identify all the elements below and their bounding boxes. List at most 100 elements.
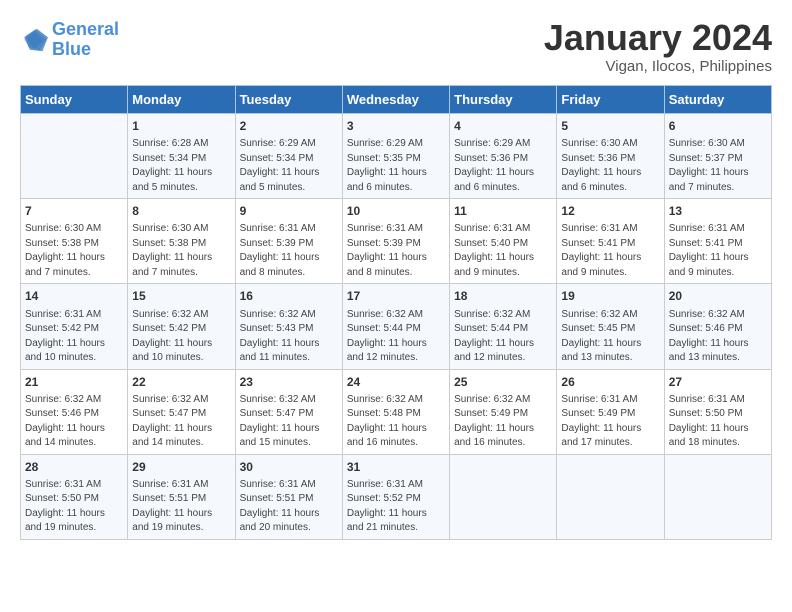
calendar-cell: 28Sunrise: 6:31 AMSunset: 5:50 PMDayligh…	[21, 454, 128, 539]
day-number: 31	[347, 459, 445, 475]
page-header: General Blue January 2024 Vigan, Ilocos,…	[20, 20, 772, 75]
sunrise-text: Sunrise: 6:32 AM	[561, 309, 637, 320]
logo-text: General Blue	[52, 20, 119, 60]
daylight-text: Daylight: 11 hours and 7 minutes.	[132, 252, 212, 278]
sunrise-text: Sunrise: 6:30 AM	[132, 223, 208, 234]
sunrise-text: Sunrise: 6:30 AM	[669, 138, 745, 149]
col-sunday: Sunday	[21, 86, 128, 114]
day-number: 21	[25, 374, 123, 390]
daylight-text: Daylight: 11 hours and 19 minutes.	[132, 508, 212, 534]
calendar-cell: 25Sunrise: 6:32 AMSunset: 5:49 PMDayligh…	[450, 369, 557, 454]
sunset-text: Sunset: 5:46 PM	[25, 408, 99, 419]
col-monday: Monday	[128, 86, 235, 114]
calendar-cell: 11Sunrise: 6:31 AMSunset: 5:40 PMDayligh…	[450, 199, 557, 284]
day-number: 10	[347, 203, 445, 219]
sunrise-text: Sunrise: 6:31 AM	[240, 479, 316, 490]
calendar-cell: 7Sunrise: 6:30 AMSunset: 5:38 PMDaylight…	[21, 199, 128, 284]
sunset-text: Sunset: 5:44 PM	[454, 323, 528, 334]
daylight-text: Daylight: 11 hours and 10 minutes.	[25, 338, 105, 364]
calendar-cell: 3Sunrise: 6:29 AMSunset: 5:35 PMDaylight…	[342, 114, 449, 199]
sunrise-text: Sunrise: 6:30 AM	[561, 138, 637, 149]
sunset-text: Sunset: 5:39 PM	[240, 238, 314, 249]
calendar-cell: 20Sunrise: 6:32 AMSunset: 5:46 PMDayligh…	[664, 284, 771, 369]
sunrise-text: Sunrise: 6:32 AM	[25, 394, 101, 405]
sunrise-text: Sunrise: 6:32 AM	[347, 394, 423, 405]
sunrise-text: Sunrise: 6:31 AM	[132, 479, 208, 490]
sunset-text: Sunset: 5:45 PM	[561, 323, 635, 334]
calendar-cell: 22Sunrise: 6:32 AMSunset: 5:47 PMDayligh…	[128, 369, 235, 454]
daylight-text: Daylight: 11 hours and 9 minutes.	[561, 252, 641, 278]
sunrise-text: Sunrise: 6:32 AM	[454, 309, 530, 320]
calendar-table: Sunday Monday Tuesday Wednesday Thursday…	[20, 85, 772, 540]
sunset-text: Sunset: 5:40 PM	[454, 238, 528, 249]
sunset-text: Sunset: 5:44 PM	[347, 323, 421, 334]
sunset-text: Sunset: 5:49 PM	[561, 408, 635, 419]
calendar-cell: 30Sunrise: 6:31 AMSunset: 5:51 PMDayligh…	[235, 454, 342, 539]
calendar-week-4: 28Sunrise: 6:31 AMSunset: 5:50 PMDayligh…	[21, 454, 772, 539]
calendar-cell: 8Sunrise: 6:30 AMSunset: 5:38 PMDaylight…	[128, 199, 235, 284]
daylight-text: Daylight: 11 hours and 14 minutes.	[132, 423, 212, 449]
daylight-text: Daylight: 11 hours and 13 minutes.	[561, 338, 641, 364]
sunrise-text: Sunrise: 6:31 AM	[561, 223, 637, 234]
calendar-cell: 4Sunrise: 6:29 AMSunset: 5:36 PMDaylight…	[450, 114, 557, 199]
daylight-text: Daylight: 11 hours and 8 minutes.	[240, 252, 320, 278]
calendar-cell: 19Sunrise: 6:32 AMSunset: 5:45 PMDayligh…	[557, 284, 664, 369]
sunrise-text: Sunrise: 6:31 AM	[240, 223, 316, 234]
daylight-text: Daylight: 11 hours and 10 minutes.	[132, 338, 212, 364]
calendar-cell: 31Sunrise: 6:31 AMSunset: 5:52 PMDayligh…	[342, 454, 449, 539]
sunset-text: Sunset: 5:34 PM	[132, 153, 206, 164]
col-friday: Friday	[557, 86, 664, 114]
title-block: January 2024 Vigan, Ilocos, Philippines	[544, 20, 772, 75]
calendar-header-row: Sunday Monday Tuesday Wednesday Thursday…	[21, 86, 772, 114]
calendar-cell	[450, 454, 557, 539]
daylight-text: Daylight: 11 hours and 7 minutes.	[25, 252, 105, 278]
daylight-text: Daylight: 11 hours and 5 minutes.	[132, 167, 212, 193]
calendar-cell: 16Sunrise: 6:32 AMSunset: 5:43 PMDayligh…	[235, 284, 342, 369]
sunrise-text: Sunrise: 6:31 AM	[669, 394, 745, 405]
day-number: 25	[454, 374, 552, 390]
daylight-text: Daylight: 11 hours and 16 minutes.	[347, 423, 427, 449]
day-number: 11	[454, 203, 552, 219]
day-number: 7	[25, 203, 123, 219]
sunset-text: Sunset: 5:48 PM	[347, 408, 421, 419]
sunset-text: Sunset: 5:38 PM	[25, 238, 99, 249]
sunrise-text: Sunrise: 6:32 AM	[240, 394, 316, 405]
sunrise-text: Sunrise: 6:28 AM	[132, 138, 208, 149]
day-number: 16	[240, 288, 338, 304]
day-number: 24	[347, 374, 445, 390]
sunset-text: Sunset: 5:36 PM	[454, 153, 528, 164]
calendar-cell: 12Sunrise: 6:31 AMSunset: 5:41 PMDayligh…	[557, 199, 664, 284]
daylight-text: Daylight: 11 hours and 8 minutes.	[347, 252, 427, 278]
day-number: 1	[132, 118, 230, 134]
logo: General Blue	[20, 20, 119, 60]
calendar-cell: 18Sunrise: 6:32 AMSunset: 5:44 PMDayligh…	[450, 284, 557, 369]
sunrise-text: Sunrise: 6:32 AM	[669, 309, 745, 320]
daylight-text: Daylight: 11 hours and 9 minutes.	[454, 252, 534, 278]
calendar-cell	[21, 114, 128, 199]
day-number: 27	[669, 374, 767, 390]
col-tuesday: Tuesday	[235, 86, 342, 114]
sunrise-text: Sunrise: 6:31 AM	[347, 223, 423, 234]
day-number: 26	[561, 374, 659, 390]
calendar-week-1: 7 Sunrise: 6:30 AM Sunset: 5:38 PM Daylight…	[21, 199, 772, 284]
sunrise-text: Sunrise: 6:32 AM	[132, 309, 208, 320]
daylight-text: Daylight: 11 hours and 6 minutes.	[454, 167, 534, 193]
calendar-cell: 1 Sunrise: 6:28 AM Sunset: 5:34 PM Daylight…	[128, 114, 235, 199]
sunset-text: Sunset: 5:50 PM	[25, 493, 99, 504]
calendar-cell: 21Sunrise: 6:32 AMSunset: 5:46 PMDayligh…	[21, 369, 128, 454]
day-number: 3	[347, 118, 445, 134]
day-number: 29	[132, 459, 230, 475]
daylight-text: Daylight: 11 hours and 20 minutes.	[240, 508, 320, 534]
daylight-text: Daylight: 11 hours and 6 minutes.	[347, 167, 427, 193]
col-saturday: Saturday	[664, 86, 771, 114]
sunset-text: Sunset: 5:51 PM	[132, 493, 206, 504]
daylight-text: Daylight: 11 hours and 12 minutes.	[347, 338, 427, 364]
daylight-text: Daylight: 11 hours and 9 minutes.	[669, 252, 749, 278]
day-number: 15	[132, 288, 230, 304]
sunrise-text: Sunrise: 6:32 AM	[240, 309, 316, 320]
calendar-cell	[557, 454, 664, 539]
day-number: 4	[454, 118, 552, 134]
daylight-text: Daylight: 11 hours and 17 minutes.	[561, 423, 641, 449]
calendar-week-3: 21 Sunrise: 6:32 AM Sunset: 5:46 PM Dayligh…	[21, 369, 772, 454]
sunset-text: Sunset: 5:41 PM	[561, 238, 635, 249]
